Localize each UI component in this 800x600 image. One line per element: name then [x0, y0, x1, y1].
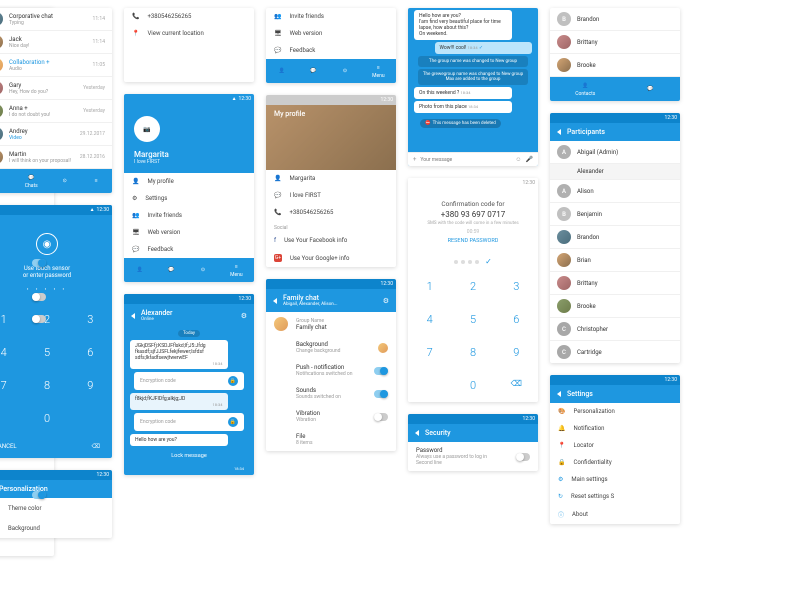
- security-screen: 12:30 Security PasswordAlways use a pass…: [408, 414, 538, 471]
- menu-small: 👥Invite friends 🖥Web version 💬Feedback 👤…: [266, 8, 396, 83]
- chat-row[interactable]: AndreyVideo29.12.2017: [0, 123, 112, 146]
- check-icon: ✓: [485, 257, 492, 266]
- header: Personalization: [0, 480, 112, 498]
- confirmation-screen: 12:30 Confirmation code for +380 93 697 …: [408, 178, 538, 402]
- participants-screen: 12:30 Participants AAbigail (Admin) Alex…: [550, 113, 680, 363]
- settings-personalization[interactable]: 🎨Personalization: [550, 403, 680, 420]
- back-icon[interactable]: [557, 129, 561, 135]
- user-icon: 👤: [274, 175, 281, 182]
- chat-row[interactable]: GaryHey, How do you?Yesterday: [0, 77, 112, 100]
- settings-screen: 12:30 Settings 🎨Personalization 🔔Notific…: [550, 375, 680, 524]
- web-icon: 🖥: [132, 229, 140, 236]
- phone-icon: 📞: [132, 13, 139, 20]
- toggle[interactable]: [374, 413, 388, 421]
- bell-icon: 🔔: [558, 425, 565, 432]
- chat-row[interactable]: Collaboration +Audio11:05: [0, 54, 112, 77]
- menu-feedback[interactable]: 💬Feedback: [124, 241, 254, 258]
- invite-icon: 👥: [274, 13, 281, 20]
- chat-header: AlexanderOnline⚙: [124, 304, 254, 327]
- toggle[interactable]: [374, 367, 388, 375]
- menu-my-profile[interactable]: 👤My profile: [124, 173, 254, 190]
- cancel-button[interactable]: CANCEL: [0, 443, 17, 450]
- web-icon: 🖥: [274, 30, 282, 37]
- toggle[interactable]: [516, 453, 530, 461]
- emoji-icon[interactable]: ☺: [515, 156, 521, 163]
- mic-icon[interactable]: 🎤: [526, 156, 533, 163]
- back-icon[interactable]: [273, 298, 277, 304]
- lock-icon: 🔒: [228, 417, 238, 427]
- feedback-icon: 💬: [274, 47, 281, 54]
- back-icon[interactable]: [131, 313, 135, 319]
- tab-contacts[interactable]: 👤: [0, 177, 2, 186]
- camera-icon[interactable]: 📷: [134, 116, 160, 142]
- menu-invite[interactable]: 👥Invite friends: [124, 207, 254, 224]
- lock-icon: 🔒: [228, 376, 238, 386]
- error-icon: ⛔: [425, 121, 431, 126]
- tab-chats[interactable]: 💬Chats: [25, 173, 38, 189]
- resend-button[interactable]: RESEND PASSWORD: [416, 238, 530, 244]
- info-icon: 💬: [274, 192, 281, 199]
- touch-lock-screen: ▲12:30 ◉ Use touch sensor or enter passw…: [0, 205, 112, 458]
- settings-reset[interactable]: ↻Reset settings S: [550, 488, 680, 505]
- facebook-icon: f: [274, 237, 276, 244]
- palette-icon: 🎨: [558, 408, 565, 415]
- margarita-menu-screen: ▲12:30 📷 Margarita I love FIRST 👤My prof…: [124, 94, 254, 282]
- message-input[interactable]: [420, 157, 511, 163]
- reset-icon: ↻: [558, 493, 563, 500]
- tab-menu[interactable]: ≡: [92, 177, 101, 186]
- gear-icon[interactable]: ⚙: [241, 312, 247, 320]
- toggle[interactable]: [32, 491, 46, 499]
- google-icon: G+: [274, 254, 282, 262]
- back-icon[interactable]: [415, 430, 419, 436]
- alexander-chat-screen: 12:30 AlexanderOnline⚙ Today JGkjDSFfj:K…: [124, 294, 254, 475]
- location-icon: 📍: [132, 30, 139, 37]
- user-icon: 👤: [132, 178, 139, 185]
- bottom-nav: 👤 💬Chats ⊙ ≡: [0, 169, 112, 193]
- gear-icon[interactable]: ⚙: [383, 297, 389, 305]
- chats-screen: Corporative chatTyping11:14 JackNice day…: [0, 8, 112, 193]
- backspace-icon[interactable]: ⌫: [495, 369, 538, 402]
- gear-icon: ⚙: [558, 476, 563, 483]
- settings-confidentiality[interactable]: 🔒Confidentiality: [550, 454, 680, 471]
- lock-message-button[interactable]: Lock message: [134, 449, 244, 463]
- profile-info-screen: 📞+380546256265 📍View current location: [124, 8, 254, 82]
- fingerprint-icon[interactable]: ◉: [36, 233, 58, 255]
- backspace-icon[interactable]: ⌫: [92, 443, 100, 450]
- message-input-bar: + ☺ 🎤: [408, 152, 538, 166]
- lock-icon: 🔒: [558, 459, 565, 466]
- my-profile-screen: 12:30 My profile 👤Margarita 💬I love FIRS…: [266, 95, 396, 267]
- settings-locator[interactable]: 📍Locator: [550, 437, 680, 454]
- gear-icon: ⚙: [132, 195, 137, 202]
- chat-row[interactable]: MartinI will think on your proposal!28.1…: [0, 146, 112, 169]
- settings-main[interactable]: ⚙Main settings: [550, 471, 680, 488]
- chat-row[interactable]: JackNice day!11:14: [0, 31, 112, 54]
- settings-notification[interactable]: 🔔Notification: [550, 420, 680, 437]
- toggle[interactable]: [32, 259, 46, 267]
- contacts-partial: BBrandon Brittany Brooke 👤Contacts💬: [550, 8, 680, 101]
- group-avatar: [274, 317, 288, 331]
- invite-icon: 👥: [132, 212, 139, 219]
- menu-settings[interactable]: ⚙Settings: [124, 190, 254, 207]
- phone-icon: 📞: [274, 209, 281, 216]
- info-icon: ⓘ: [558, 510, 564, 519]
- settings-about[interactable]: ⓘAbout: [550, 505, 680, 524]
- family-chat-settings: 12:30 Family chatAbigail, Alexander, Ali…: [266, 279, 396, 451]
- back-icon[interactable]: [557, 391, 561, 397]
- chat-row[interactable]: Corporative chatTyping11:14: [0, 8, 112, 31]
- location-icon: 📍: [558, 442, 565, 449]
- toggle[interactable]: [374, 390, 388, 398]
- menu-web[interactable]: 🖥Web version: [124, 224, 254, 241]
- personalization-screen: 12:30 Personalization Theme color Backgr…: [0, 470, 112, 538]
- toggle[interactable]: [32, 293, 46, 301]
- toggle[interactable]: [32, 315, 46, 323]
- feedback-icon: 💬: [132, 246, 139, 253]
- tab-cam[interactable]: ⊙: [60, 177, 69, 186]
- group-chat-screen: Hello how are you? I'am find very beauti…: [408, 8, 538, 166]
- profile-photo[interactable]: My profile: [266, 105, 396, 170]
- chat-row[interactable]: Anna +I do not doubt you!Yesterday: [0, 100, 112, 123]
- attach-icon[interactable]: +: [413, 156, 416, 163]
